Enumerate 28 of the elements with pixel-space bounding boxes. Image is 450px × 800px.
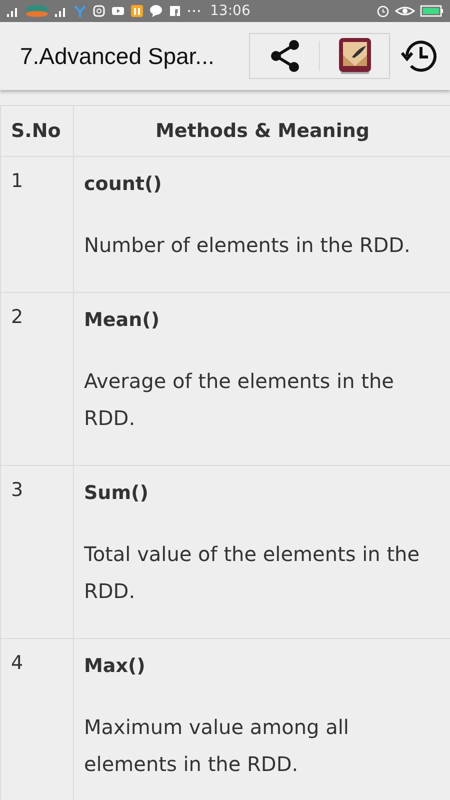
share-icon bbox=[268, 39, 300, 73]
facebook-icon bbox=[168, 4, 182, 18]
camera-icon bbox=[92, 4, 106, 18]
row-number: 3 bbox=[0, 466, 74, 638]
row-number: 4 bbox=[0, 638, 74, 800]
row-number: 1 bbox=[0, 156, 74, 292]
battery-icon bbox=[420, 4, 444, 18]
notebook-icon bbox=[338, 37, 372, 75]
alarm-icon bbox=[376, 4, 390, 18]
column-header: S.No bbox=[0, 106, 74, 156]
method-name: count() bbox=[84, 173, 163, 195]
carrier-logo-icon bbox=[25, 4, 49, 18]
app-title: 7.Advanced Spar... bbox=[20, 42, 216, 70]
method-name: Sum() bbox=[84, 482, 150, 504]
method-name: Max() bbox=[84, 655, 146, 677]
column-header: Methods & Meaning bbox=[74, 106, 450, 156]
app-icon bbox=[130, 4, 144, 18]
chat-bubble-icon bbox=[149, 4, 163, 18]
method-meaning: Average of the elements in the RDD. bbox=[84, 368, 395, 432]
status-time: 13:06 bbox=[210, 3, 250, 19]
method-meaning: Maximum value among all elements in the RDD. bbox=[84, 714, 350, 778]
play-icon bbox=[111, 4, 125, 18]
eye-icon bbox=[395, 4, 415, 18]
method-meaning: Total value of the elements in the RDD. bbox=[84, 541, 421, 605]
row-number: 2 bbox=[0, 292, 74, 466]
network-icon bbox=[73, 4, 87, 18]
method-name: Mean() bbox=[84, 309, 161, 331]
method-meaning: Number of elements in the RDD. bbox=[84, 232, 412, 259]
